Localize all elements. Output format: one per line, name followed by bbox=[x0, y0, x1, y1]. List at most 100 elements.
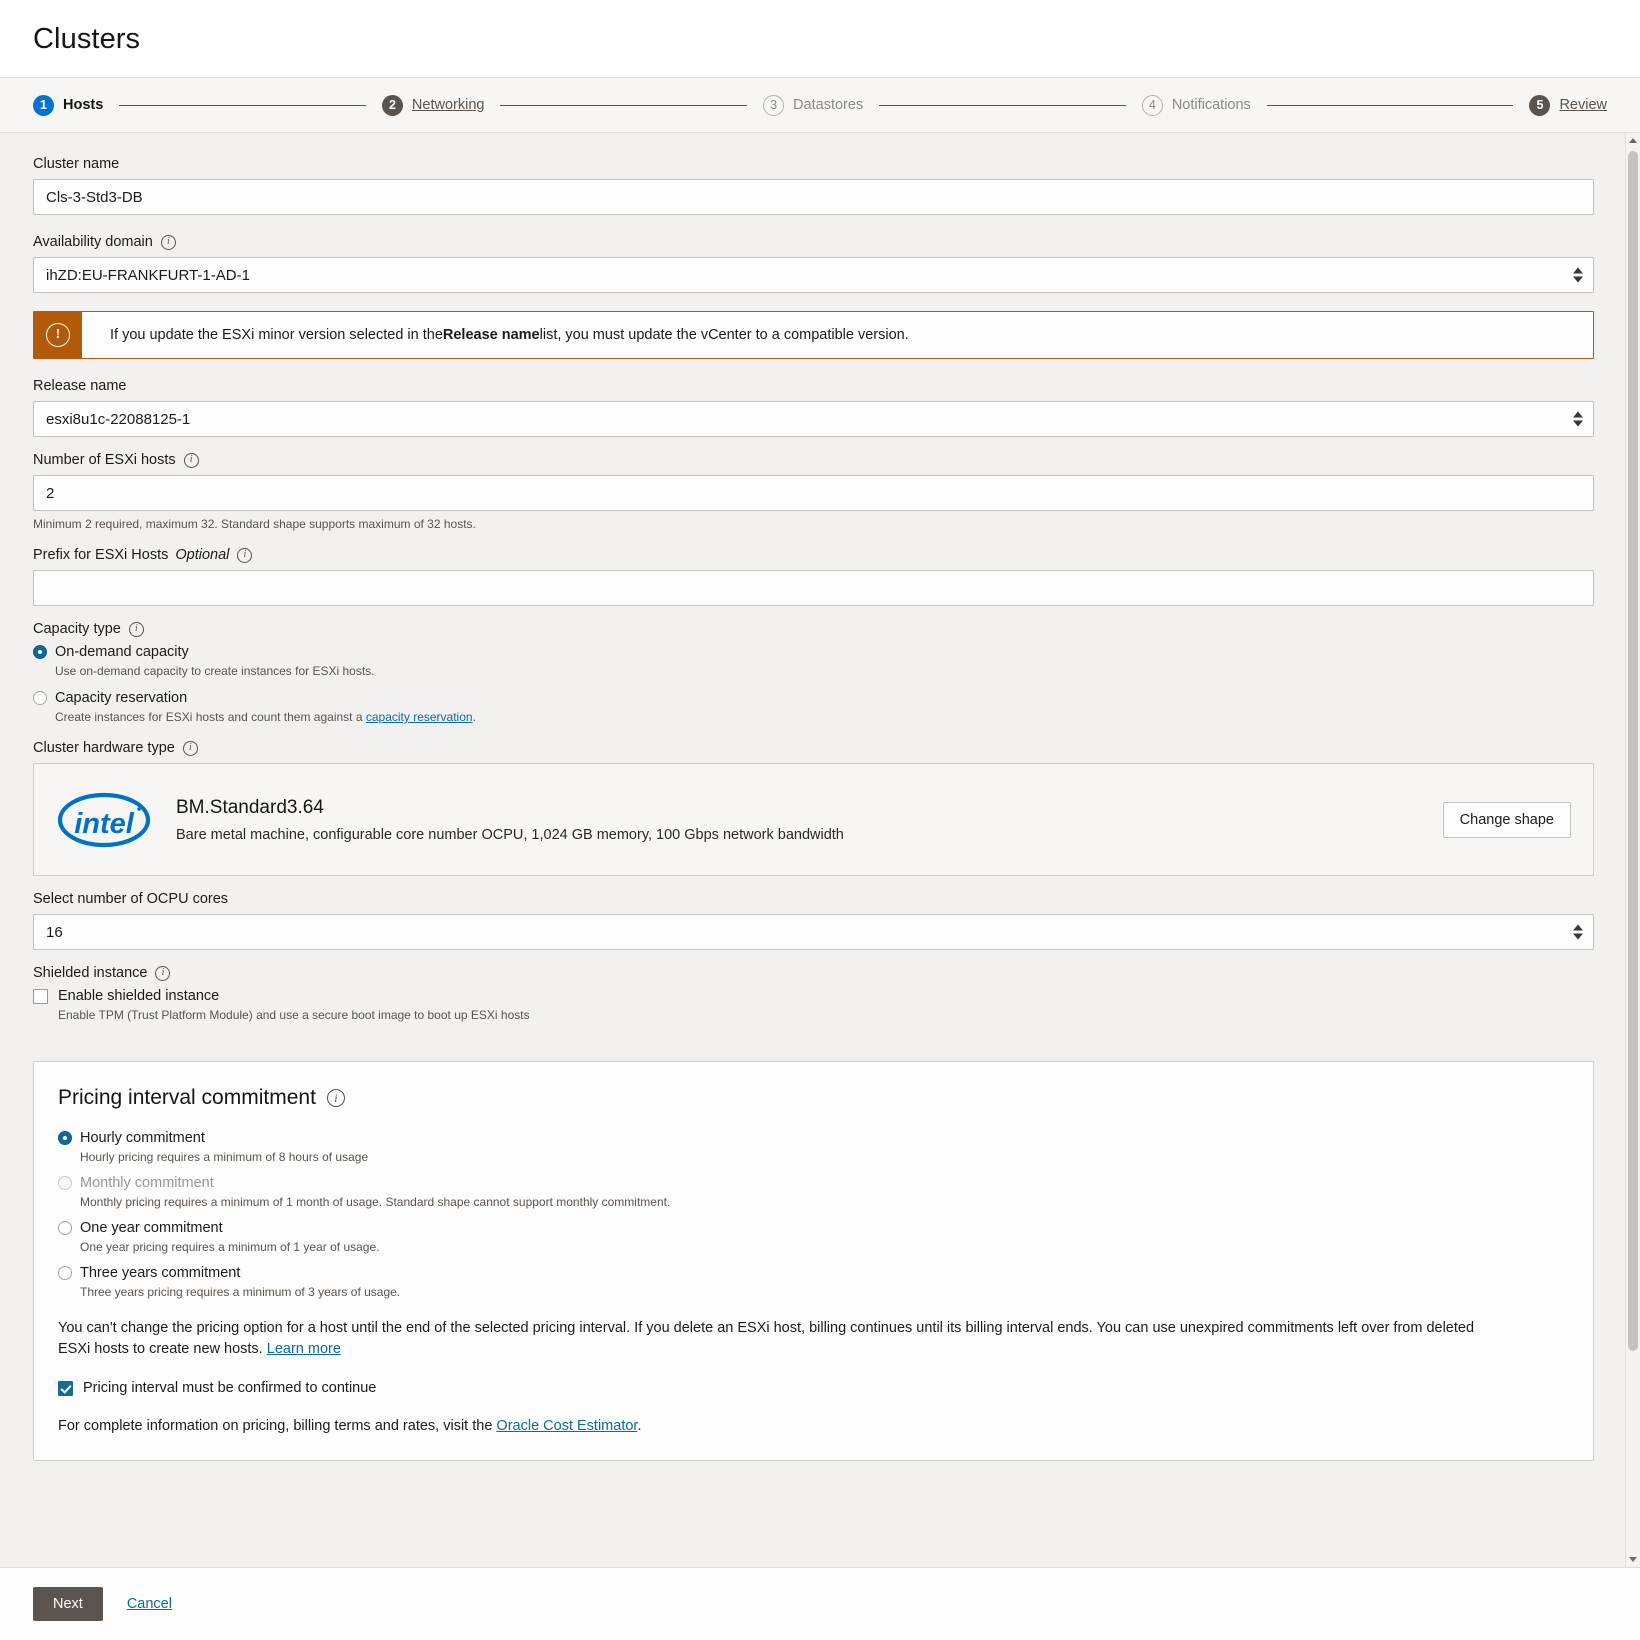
ocpu-cores-value: 16 bbox=[46, 923, 63, 941]
step-label-datastores: Datastores bbox=[793, 97, 864, 113]
chevron-updown-icon[interactable] bbox=[1573, 924, 1583, 940]
shape-name: BM.Standard3.64 bbox=[176, 796, 324, 818]
ocpu-cores-label-text: Select number of OCPU cores bbox=[33, 891, 229, 907]
pricing-hourly-row[interactable]: Hourly commitment bbox=[58, 1130, 1569, 1146]
release-name-label: Release name bbox=[33, 377, 1594, 395]
info-icon[interactable]: i bbox=[128, 621, 144, 637]
step-label-hosts: Hosts bbox=[63, 97, 104, 113]
checkbox[interactable] bbox=[33, 988, 48, 1004]
capacity-reservation-description: Create instances for ESXi hosts and coun… bbox=[55, 709, 1594, 725]
availability-domain-label-text: Availability domain bbox=[33, 234, 153, 250]
page-title: Clusters bbox=[33, 23, 141, 55]
scroll-up-arrow-icon[interactable] bbox=[1626, 133, 1640, 148]
shielded-instance-description: Enable TPM (Trust Platform Module) and u… bbox=[58, 1008, 530, 1022]
step-number-3: 3 bbox=[763, 94, 785, 116]
shape-info: BM.Standard3.64 Bare metal machine, conf… bbox=[176, 795, 1443, 845]
step-connector-3 bbox=[879, 104, 1126, 106]
pricing-one-year-label: One year commitment bbox=[80, 1220, 223, 1236]
shielded-instance-checkbox-row[interactable]: Enable shielded instance bbox=[33, 988, 1594, 1004]
esxi-hosts-input[interactable]: 2 bbox=[33, 475, 1594, 511]
radio-button[interactable] bbox=[33, 691, 47, 705]
step-label-review[interactable]: Review bbox=[1559, 97, 1607, 113]
pricing-option-hourly[interactable]: Hourly commitment Hourly pricing require… bbox=[58, 1130, 1569, 1165]
pricing-one-year-row[interactable]: One year commitment bbox=[58, 1220, 1569, 1236]
shape-description: Bare metal machine, configurable core nu… bbox=[176, 826, 844, 843]
prefix-label: Prefix for ESXi Hosts Optional i bbox=[33, 546, 1594, 564]
pricing-option-one-year[interactable]: One year commitment One year pricing req… bbox=[58, 1220, 1569, 1255]
next-button[interactable]: Next bbox=[33, 1587, 103, 1621]
svg-text:intel: intel bbox=[74, 808, 135, 840]
pricing-three-years-description: Three years pricing requires a minimum o… bbox=[80, 1285, 401, 1299]
step-review[interactable]: 5 Review bbox=[1529, 94, 1607, 116]
cluster-hardware-type-label: Cluster hardware type i bbox=[33, 739, 1594, 757]
info-icon[interactable]: i bbox=[182, 740, 198, 756]
shape-card: intel BM.Standard3.64 Bare metal machine… bbox=[33, 763, 1594, 876]
scrollbar-thumb[interactable] bbox=[1628, 151, 1638, 1351]
radio-on-demand-capacity[interactable]: On-demand capacity bbox=[33, 644, 1594, 660]
step-label-networking[interactable]: Networking bbox=[412, 97, 485, 113]
esxi-hosts-label-text: Number of ESXi hosts bbox=[33, 452, 176, 468]
release-name-select[interactable]: esxi8u1c-22088125-1 bbox=[33, 401, 1594, 437]
pricing-panel-title-text: Pricing interval commitment bbox=[58, 1086, 316, 1109]
ocpu-cores-select[interactable]: 16 bbox=[33, 914, 1594, 950]
release-name-value: esxi8u1c-22088125-1 bbox=[46, 410, 191, 428]
pricing-hourly-description: Hourly pricing requires a minimum of 8 h… bbox=[80, 1150, 369, 1164]
capacity-reservation-link[interactable]: capacity reservation bbox=[366, 710, 473, 724]
step-number-2: 2 bbox=[381, 94, 403, 116]
pricing-option-three-years[interactable]: Three years commitment Three years prici… bbox=[58, 1265, 1569, 1300]
pricing-option-monthly: Monthly commitment Monthly pricing requi… bbox=[58, 1175, 1569, 1210]
step-number-4: 4 bbox=[1141, 94, 1163, 116]
radio-button bbox=[58, 1176, 72, 1190]
pricing-interval-panel: Pricing interval commitment i Hourly com… bbox=[33, 1061, 1594, 1461]
prefix-input[interactable] bbox=[33, 570, 1594, 606]
radio-button[interactable] bbox=[58, 1266, 72, 1280]
step-hosts[interactable]: 1 Hosts bbox=[33, 94, 104, 116]
pricing-three-years-row[interactable]: Three years commitment bbox=[58, 1265, 1569, 1281]
info-icon[interactable]: i bbox=[237, 547, 253, 563]
learn-more-link[interactable]: Learn more bbox=[267, 1341, 341, 1357]
info-icon[interactable]: i bbox=[183, 452, 199, 468]
warning-message: If you update the ESXi minor version sel… bbox=[82, 312, 909, 358]
shielded-instance-label-text: Shielded instance bbox=[33, 965, 148, 981]
radio-capacity-reservation[interactable]: Capacity reservation bbox=[33, 690, 1594, 706]
radio-button[interactable] bbox=[58, 1221, 72, 1235]
checkbox[interactable] bbox=[58, 1380, 73, 1396]
info-icon[interactable]: i bbox=[160, 234, 176, 250]
scroll-down-arrow-icon[interactable] bbox=[1626, 1552, 1640, 1567]
warning-text-before: If you update the ESXi minor version sel… bbox=[110, 327, 443, 343]
shielded-instance-label: Shielded instance i bbox=[33, 964, 1594, 982]
wizard-body: Cluster name Cls-3-Std3-DB Availability … bbox=[0, 133, 1640, 1567]
info-icon[interactable]: i bbox=[326, 1089, 345, 1107]
step-label-notifications: Notifications bbox=[1171, 97, 1251, 113]
pricing-footer-after: . bbox=[637, 1418, 642, 1434]
warning-text-bold: Release name bbox=[442, 327, 540, 343]
pricing-confirm-label: Pricing interval must be confirmed to co… bbox=[83, 1380, 377, 1396]
radio-label-on-demand: On-demand capacity bbox=[55, 644, 189, 660]
cluster-name-input[interactable]: Cls-3-Std3-DB bbox=[33, 179, 1594, 215]
cancel-link[interactable]: Cancel bbox=[127, 1596, 172, 1612]
pricing-panel-title: Pricing interval commitment i bbox=[58, 1084, 1569, 1112]
availability-domain-value: ihZD:EU-FRANKFURT-1-AD-1 bbox=[46, 266, 250, 284]
step-number-5: 5 bbox=[1529, 94, 1551, 116]
oracle-cost-estimator-link[interactable]: Oracle Cost Estimator bbox=[496, 1418, 637, 1434]
warning-icon-container: ! bbox=[34, 312, 82, 358]
pricing-footer-note: For complete information on pricing, bil… bbox=[58, 1418, 1569, 1434]
cap-res-desc-before: Create instances for ESXi hosts and coun… bbox=[55, 710, 366, 724]
radio-button[interactable] bbox=[33, 645, 47, 659]
info-icon[interactable]: i bbox=[155, 965, 171, 981]
step-notifications: 4 Notifications bbox=[1141, 94, 1251, 116]
capacity-type-radio-group: On-demand capacity Use on-demand capacit… bbox=[33, 644, 1594, 725]
step-connector-4 bbox=[1266, 104, 1514, 106]
capacity-type-label: Capacity type i bbox=[33, 620, 1594, 638]
pricing-hourly-label: Hourly commitment bbox=[80, 1130, 205, 1146]
vertical-scrollbar[interactable] bbox=[1625, 133, 1640, 1567]
radio-button[interactable] bbox=[58, 1131, 72, 1145]
chevron-updown-icon[interactable] bbox=[1573, 411, 1583, 427]
chevron-updown-icon[interactable] bbox=[1573, 267, 1583, 283]
change-shape-button[interactable]: Change shape bbox=[1442, 801, 1571, 838]
hosts-form: Cluster name Cls-3-Std3-DB Availability … bbox=[0, 133, 1627, 1489]
pricing-confirm-row[interactable]: Pricing interval must be confirmed to co… bbox=[58, 1380, 1569, 1396]
availability-domain-select[interactable]: ihZD:EU-FRANKFURT-1-AD-1 bbox=[33, 257, 1594, 293]
step-number-1: 1 bbox=[33, 94, 54, 116]
step-networking[interactable]: 2 Networking bbox=[381, 94, 485, 116]
